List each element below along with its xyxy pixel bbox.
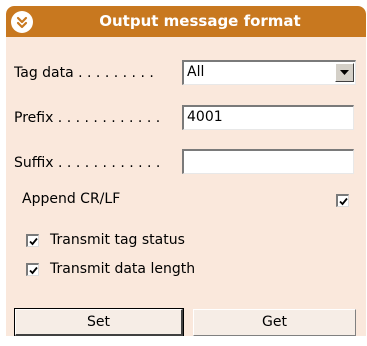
append-crlf-label: Append CR/LF bbox=[22, 191, 121, 207]
checkmark-icon bbox=[28, 237, 38, 245]
transmit-tag-status-checkbox[interactable] bbox=[26, 234, 39, 247]
set-button[interactable]: Set bbox=[14, 308, 184, 336]
output-message-format-panel: Output message format Tag data . . . . .… bbox=[6, 6, 366, 336]
transmit-data-length-checkbox[interactable] bbox=[26, 263, 39, 276]
transmit-tag-status-label: Transmit tag status bbox=[50, 232, 185, 248]
tag-data-label: Tag data . . . . . . . . . bbox=[14, 65, 154, 81]
tag-data-select[interactable]: All bbox=[182, 60, 356, 85]
triangle-down-icon bbox=[340, 69, 349, 75]
prefix-input[interactable]: 4001 bbox=[182, 105, 354, 130]
checkmark-icon bbox=[338, 197, 348, 205]
suffix-input[interactable] bbox=[182, 149, 354, 174]
collapse-button[interactable] bbox=[11, 11, 33, 33]
chevron-double-down-icon bbox=[16, 16, 28, 29]
checkmark-icon bbox=[28, 266, 38, 274]
append-crlf-checkbox[interactable] bbox=[336, 194, 349, 207]
panel-title: Output message format bbox=[99, 12, 301, 30]
tag-data-value: All bbox=[187, 64, 205, 80]
suffix-label: Suffix . . . . . . . . . . . . bbox=[14, 155, 161, 171]
panel-header: Output message format bbox=[6, 6, 366, 37]
dropdown-button[interactable] bbox=[335, 63, 354, 82]
transmit-data-length-label: Transmit data length bbox=[50, 261, 196, 277]
prefix-label: Prefix . . . . . . . . . . . . bbox=[14, 110, 161, 126]
get-button[interactable]: Get bbox=[193, 309, 356, 336]
